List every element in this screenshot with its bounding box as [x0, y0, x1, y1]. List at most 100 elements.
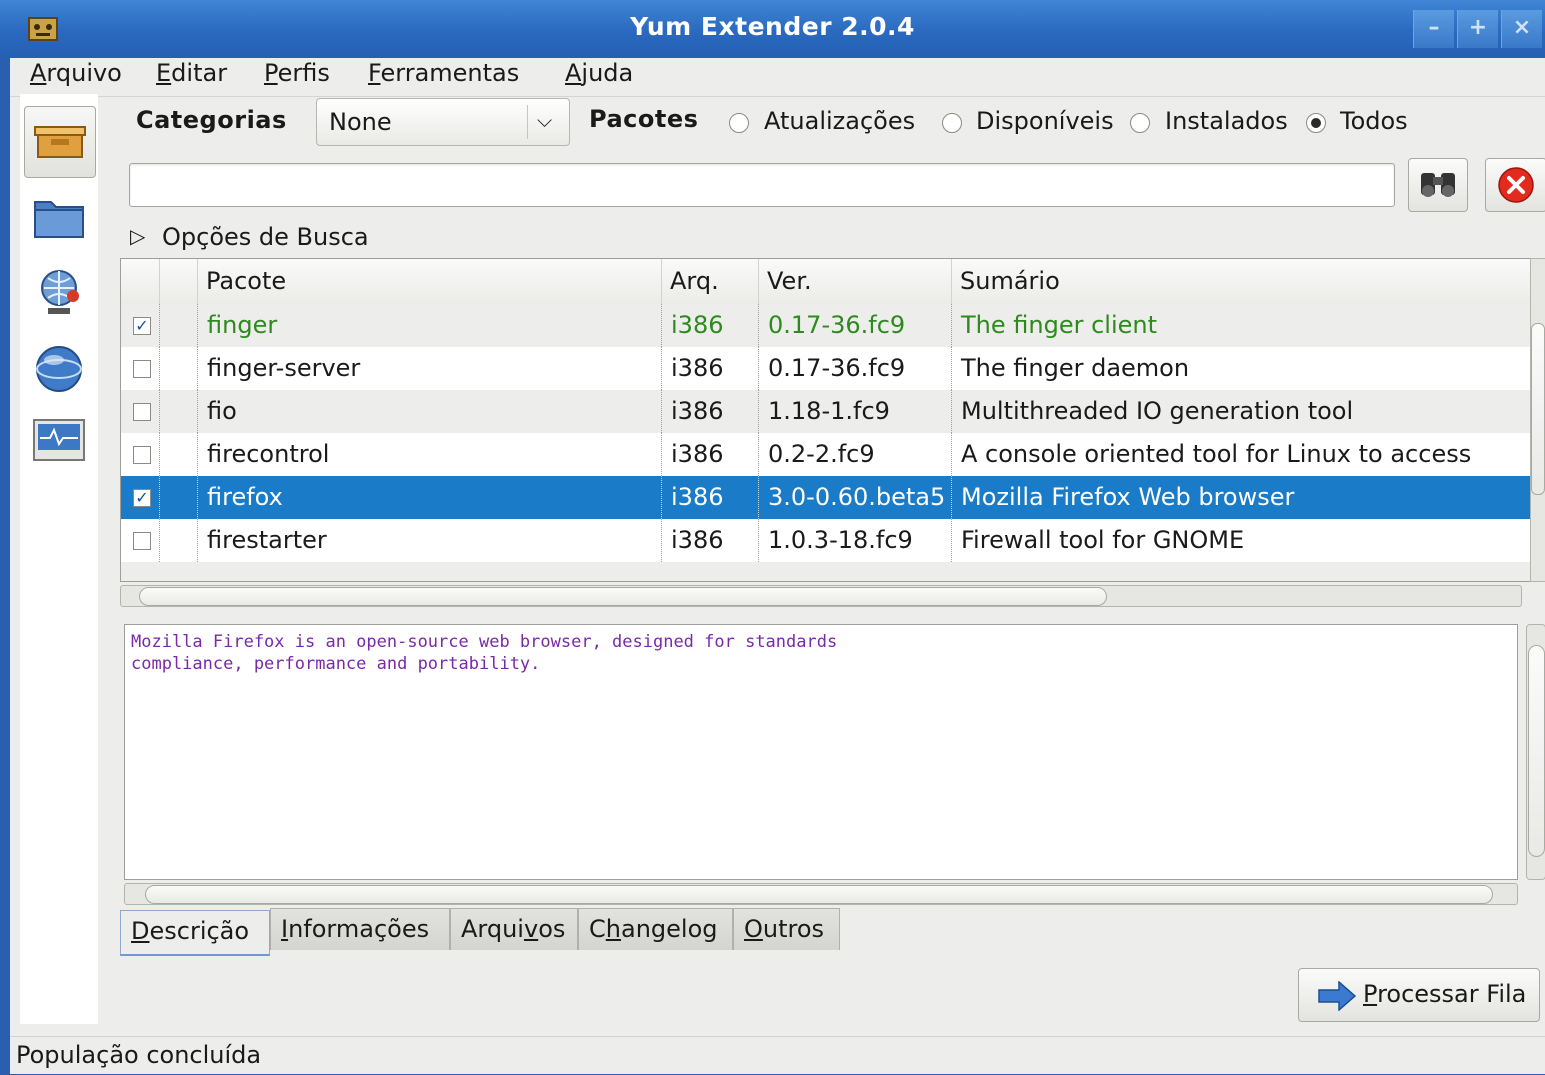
globe-icon [36, 346, 82, 392]
cell-name: firecontrol [197, 433, 661, 476]
package-table: Pacote Arq. Ver. Sumário ✓ finger i386 0.17… [120, 258, 1532, 582]
view-sidebar [20, 94, 98, 1024]
radio-updates[interactable] [729, 113, 749, 133]
description-vscroll-thumb[interactable] [1528, 645, 1545, 857]
cell-arch: i386 [661, 347, 758, 390]
cell-arch: i386 [661, 304, 758, 347]
cell-ver: 1.18-1.fc9 [758, 390, 951, 433]
repositories-view-button[interactable] [32, 266, 86, 320]
row-checkbox[interactable]: ✓ [133, 317, 151, 335]
dropdown-separator [527, 105, 528, 139]
cell-summary: The finger daemon [951, 347, 1531, 390]
menu-perfis[interactable]: Perfis [264, 58, 330, 96]
cell-ver: 0.17-36.fc9 [758, 347, 951, 390]
categories-selected: None [329, 108, 392, 136]
description-text: Mozilla Firefox is an open-source web br… [131, 632, 838, 674]
radio-installed[interactable] [1130, 113, 1150, 133]
process-queue-button[interactable]: Processar Fila [1298, 968, 1540, 1022]
table-hscroll-thumb[interactable] [139, 587, 1107, 606]
expander-triangle-icon[interactable]: ▷ [130, 224, 145, 248]
row-checkbox[interactable] [133, 446, 151, 464]
online-view-button[interactable] [32, 342, 86, 396]
table-row[interactable]: firecontrol i386 0.2-2.fc9 A console orient… [121, 433, 1531, 476]
cell-arch: i386 [661, 519, 758, 562]
status-bar: População concluída [10, 1036, 1545, 1075]
radio-available[interactable] [942, 113, 962, 133]
menu-ferramentas[interactable]: Ferramentas [368, 58, 519, 96]
tab-others[interactable]: Outros [733, 908, 840, 950]
radio-all[interactable] [1306, 113, 1326, 133]
row-spacer-cell [159, 433, 198, 476]
cell-summary: A console oriented tool for Linux to acc… [951, 433, 1531, 476]
close-window-button[interactable]: × [1501, 10, 1542, 48]
process-queue-label: Processar Fila [1363, 980, 1527, 1008]
description-vertical-scrollbar[interactable] [1526, 624, 1545, 880]
cell-summary: The finger client [951, 304, 1531, 347]
row-checkbox[interactable] [133, 532, 151, 550]
column-header-version[interactable]: Ver. [758, 259, 951, 304]
cell-name: finger-server [197, 347, 661, 390]
cell-summary: Firewall tool for GNOME [951, 519, 1531, 562]
arrow-right-icon [1318, 981, 1357, 1011]
output-view-button[interactable] [32, 416, 86, 470]
radio-installed-label[interactable]: Instalados [1165, 107, 1288, 135]
row-checkbox[interactable] [133, 403, 151, 421]
tab-description[interactable]: Descrição [120, 910, 270, 956]
table-horizontal-scrollbar[interactable] [120, 585, 1522, 607]
column-header-arch[interactable]: Arq. [661, 259, 758, 304]
radio-available-label[interactable]: Disponíveis [976, 107, 1114, 135]
search-button[interactable] [1408, 158, 1468, 212]
groups-view-button[interactable] [32, 190, 86, 244]
column-header-summary[interactable]: Sumário [951, 259, 1531, 304]
row-checkbox[interactable]: ✓ [133, 489, 151, 507]
column-header-package[interactable]: Pacote [197, 259, 661, 304]
cell-arch: i386 [661, 433, 758, 476]
tab-information[interactable]: Informações [270, 908, 450, 950]
window-title: Yum Extender 2.0.4 [630, 12, 915, 41]
description-horizontal-scrollbar[interactable] [124, 883, 1518, 905]
clear-x-icon [1498, 167, 1534, 203]
table-row[interactable]: ✓ firefox i386 3.0-0.60.beta5 Mozilla Firefo… [121, 476, 1531, 519]
row-spacer-cell [159, 519, 198, 562]
search-options-expander[interactable]: Opções de Busca [162, 223, 369, 251]
menu-editar[interactable]: Editar [156, 58, 227, 96]
cell-name: finger [197, 304, 661, 347]
table-row-partial[interactable] [121, 562, 1531, 581]
package-box-icon [34, 126, 86, 158]
cell-ver: 0.17-36.fc9 [758, 304, 951, 347]
menu-bar: Arquivo Editar Perfis Ferramentas Ajuda [10, 58, 1545, 97]
search-input[interactable] [129, 163, 1395, 207]
minimize-button[interactable]: – [1413, 10, 1454, 48]
column-header-check[interactable] [121, 259, 159, 304]
title-bar: Yum Extender 2.0.4 – + × [0, 0, 1545, 58]
clear-search-button[interactable] [1485, 158, 1545, 212]
table-row[interactable]: ✓ finger i386 0.17-36.fc9 The finger client [121, 304, 1531, 347]
folder-icon [34, 201, 84, 238]
radio-updates-label[interactable]: Atualizações [764, 107, 915, 135]
description-panel[interactable]: Mozilla Firefox is an open-source web br… [124, 624, 1518, 880]
table-row[interactable]: finger-server i386 0.17-36.fc9 The finger d… [121, 347, 1531, 390]
column-header-spacer[interactable] [159, 259, 197, 304]
cell-name: fio [197, 390, 661, 433]
table-vertical-scrollbar[interactable] [1530, 258, 1545, 582]
table-row[interactable]: firestarter i386 1.0.3-18.fc9 Firewall tool… [121, 519, 1531, 562]
table-vscroll-thumb[interactable] [1531, 323, 1545, 495]
monitor-activity-icon [33, 419, 85, 461]
maximize-button[interactable]: + [1457, 10, 1498, 48]
categories-dropdown[interactable]: None ⌵ [316, 98, 570, 146]
menu-ajuda[interactable]: Ajuda [565, 58, 633, 96]
menu-arquivo[interactable]: Arquivo [30, 58, 122, 96]
cell-summary: Multithreaded IO generation tool [951, 390, 1531, 433]
cell-name: firefox [197, 476, 661, 519]
description-hscroll-thumb[interactable] [145, 885, 1493, 904]
chevron-down-icon: ⌵ [537, 108, 553, 132]
tab-files[interactable]: Arquivos [450, 908, 578, 950]
tab-changelog[interactable]: Changelog [578, 908, 733, 950]
row-checkbox[interactable] [133, 360, 151, 378]
cell-summary: Mozilla Firefox Web browser [951, 476, 1531, 519]
cell-name: firestarter [197, 519, 661, 562]
cell-arch: i386 [661, 390, 758, 433]
packages-view-button[interactable] [24, 106, 96, 178]
radio-all-label[interactable]: Todos [1340, 107, 1408, 135]
table-row[interactable]: fio i386 1.18-1.fc9 Multithreaded IO genera… [121, 390, 1531, 433]
